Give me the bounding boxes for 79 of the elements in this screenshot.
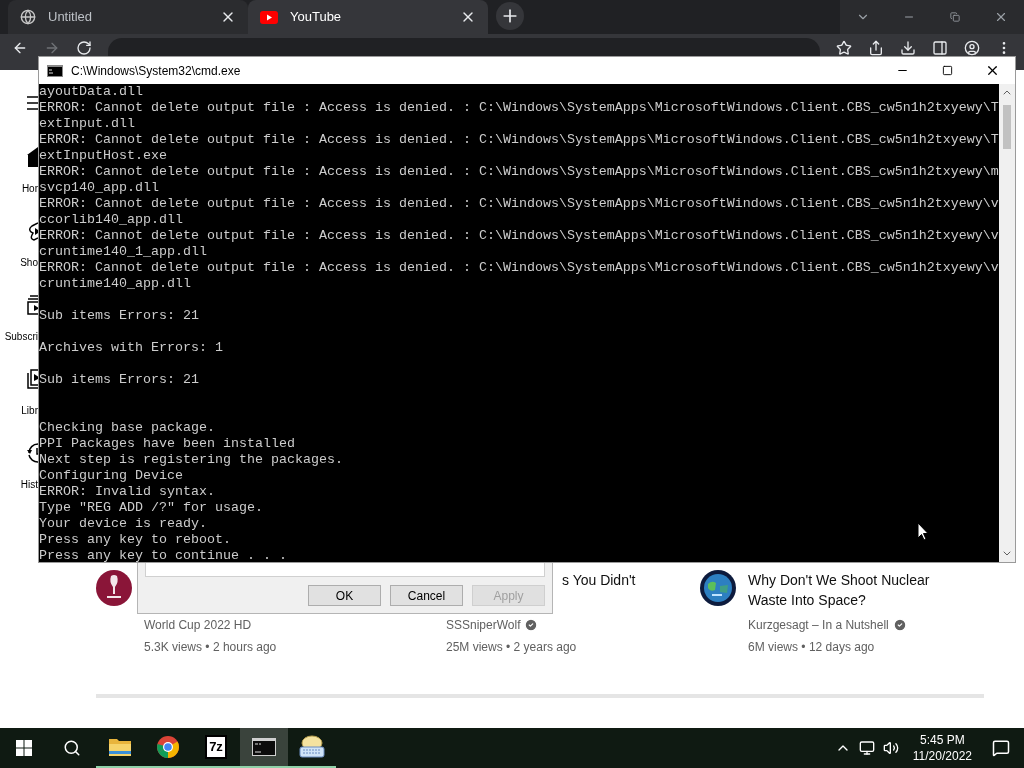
console-line: ayoutData.dll	[39, 84, 143, 100]
scrollbar[interactable]	[998, 84, 1015, 562]
windows-logo-icon[interactable]	[16, 740, 32, 756]
console-line: cruntime140_app.dll	[39, 276, 191, 292]
console-line: ERROR: Cannot delete output file : Access is denied. : C:\Windows\SystemApps\MicrosoftWindows.Client.CBS_cw5n1h2txyewy\v	[39, 260, 999, 276]
archive-app-icon: 7z	[205, 735, 227, 759]
console-line: ERROR: Invalid syntax.	[39, 484, 215, 500]
window-title: C:\Windows\System32\cmd.exe	[71, 62, 242, 80]
volume-icon[interactable]	[882, 740, 899, 756]
tab-title: YouTube	[290, 8, 343, 27]
console-line: svcp140_app.dll	[39, 180, 159, 196]
console-line: Checking base package.	[39, 420, 215, 436]
console-line: ERROR: Cannot delete output file : Access is denied. : C:\Windows\SystemApps\MicrosoftWindows.Client.CBS_cw5n1h2txyewy\T	[39, 100, 999, 116]
network-icon[interactable]	[858, 740, 875, 756]
console-line: ccorlib140_app.dll	[39, 212, 183, 228]
bookmark-icon[interactable]	[836, 40, 852, 56]
clock[interactable]: 5:45 PM 11/20/2022	[906, 732, 978, 764]
video-title[interactable]: Waste Into Space?	[748, 590, 866, 610]
console-line: Your device is ready.	[39, 516, 207, 532]
notification-icon[interactable]	[992, 739, 1010, 757]
channel-name[interactable]: SSSniperWolf	[446, 616, 521, 634]
video-meta: 6M views • 12 days ago	[748, 639, 876, 656]
reload-icon[interactable]	[76, 40, 92, 56]
dialog-button[interactable]: OK	[308, 585, 381, 606]
console-line: Sub items Errors: 21	[39, 308, 199, 324]
console-line: Press any key to reboot.	[39, 532, 231, 548]
console-line: ERROR: Cannot delete output file : Access is denied. : C:\Windows\SystemApps\MicrosoftWindows.Client.CBS_cw5n1h2txyewy\v	[39, 228, 999, 244]
dialog-button[interactable]: Cancel	[390, 585, 463, 606]
video-title[interactable]: s You Didn't	[562, 570, 636, 590]
install-icon[interactable]	[900, 40, 916, 56]
browser-tab[interactable]: Untitled	[8, 0, 248, 34]
profile-icon[interactable]	[964, 40, 980, 56]
video-meta: 25M views • 2 years ago	[446, 639, 578, 656]
console-line: PPI Packages have been installed	[39, 436, 295, 452]
terminal-icon	[252, 738, 276, 756]
taskbar-app[interactable]	[240, 728, 288, 768]
play-logo-icon	[260, 10, 278, 24]
console-line: ERROR: Cannot delete output file : Access is denied. : C:\Windows\SystemApps\MicrosoftWindows.Client.CBS_cw5n1h2txyewy\v	[39, 196, 999, 212]
text-field[interactable]	[145, 563, 545, 577]
chrome-icon	[156, 735, 180, 759]
console-line: Configuring Device	[39, 468, 183, 484]
channel-name[interactable]: Kurzgesagt – In a Nutshell	[748, 616, 889, 634]
console-line: extInput.dll	[39, 116, 135, 132]
menu-icon[interactable]	[27, 95, 38, 110]
console-line: Press any key to continue . . .	[39, 548, 287, 562]
console-line: Next step is registering the packages.	[39, 452, 343, 468]
scrollbar-thumb[interactable]	[1002, 105, 1011, 149]
share-icon[interactable]	[868, 40, 884, 56]
search-icon[interactable]	[63, 739, 81, 757]
sidebar-label[interactable]: Subscri	[0, 329, 38, 344]
browser-tab[interactable]: YouTube	[248, 0, 488, 34]
console-line: Archives with Errors: 1	[39, 340, 223, 356]
tab-title: Untitled	[48, 8, 94, 27]
channel-avatar	[700, 570, 736, 606]
clock-time: 5:45 PM	[920, 732, 965, 748]
sidebar-label[interactable]: Hist	[0, 477, 38, 492]
sidebar-label[interactable]: Libr	[0, 403, 38, 418]
channel-name[interactable]: World Cup 2022 HD	[144, 616, 252, 634]
console-line: cruntime140_1_app.dll	[39, 244, 207, 260]
folder-icon	[108, 737, 132, 757]
forward-icon[interactable]	[44, 40, 60, 56]
clock-date: 11/20/2022	[912, 748, 972, 764]
sidebar-label[interactable]: Sho	[0, 255, 38, 270]
new-tab-button[interactable]	[496, 2, 524, 30]
pointer-icon	[917, 522, 929, 541]
video-meta: 5.3K views • 2 hours ago	[144, 639, 277, 656]
back-icon[interactable]	[12, 40, 28, 56]
console-line: Sub items Errors: 21	[39, 372, 199, 388]
channel-avatar	[96, 570, 132, 606]
side-panel-icon[interactable]	[932, 40, 948, 56]
terminal-icon	[47, 64, 63, 77]
console-line: ERROR: Cannot delete output file : Access is denied. : C:\Windows\SystemApps\MicrosoftWindows.Client.CBS_cw5n1h2txyewy\T	[39, 132, 999, 148]
console-line: extInputHost.exe	[39, 148, 167, 164]
video-title[interactable]: Why Don't We Shoot Nuclear	[748, 570, 930, 590]
sidebar-label[interactable]: Hor	[0, 181, 38, 196]
console-line: Type "REG ADD /?" for usage.	[39, 500, 263, 516]
globe-icon	[20, 9, 36, 25]
console-line: ERROR: Cannot delete output file : Access is denied. : C:\Windows\SystemApps\MicrosoftWindows.Client.CBS_cw5n1h2txyewy\m	[39, 164, 999, 180]
keyboard-icon	[298, 735, 326, 759]
